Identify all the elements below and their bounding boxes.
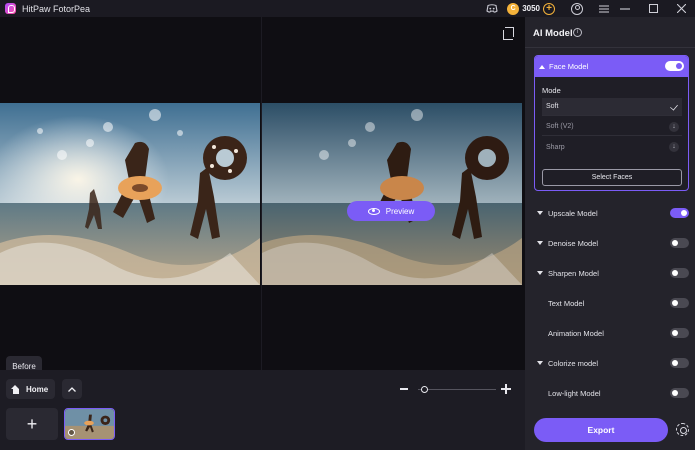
add-image-button[interactable]: + [6, 408, 58, 440]
animation-model-row[interactable]: Animation Model [534, 326, 689, 340]
model-label: Upscale Model [548, 208, 598, 218]
sharpen-model-toggle[interactable] [670, 268, 689, 278]
enhanced-image [262, 103, 522, 285]
title-bar: HitPaw FotorPea C 3050 + [0, 0, 695, 17]
thumbnail-status-icon [68, 429, 75, 436]
zoom-slider[interactable] [418, 388, 496, 390]
preview-button[interactable]: Preview [347, 201, 435, 221]
caret-down-icon [537, 211, 543, 215]
face-model-header[interactable]: Face Model [535, 56, 688, 77]
select-faces-button[interactable]: Select Faces [542, 169, 682, 186]
image-thumbnail[interactable] [64, 408, 115, 440]
colorize-model-toggle[interactable] [670, 358, 689, 368]
sharpen-model-row[interactable]: Sharpen Model [534, 266, 689, 280]
mode-option-label: Soft [546, 103, 559, 110]
minimize-button[interactable] [611, 0, 639, 17]
app-window: HitPaw FotorPea C 3050 + Preview Before … [0, 0, 695, 450]
info-icon[interactable]: i [573, 28, 582, 37]
zoom-control [400, 383, 512, 395]
home-label: Home [26, 384, 49, 394]
zoom-slider-thumb[interactable] [420, 385, 428, 393]
text-model-row[interactable]: Text Model [534, 296, 689, 310]
upscale-model-toggle[interactable] [670, 208, 689, 218]
crop-icon[interactable] [503, 27, 514, 40]
model-label: Colorize model [548, 358, 599, 368]
home-icon [11, 384, 20, 394]
eye-icon [367, 207, 380, 215]
original-image [0, 103, 260, 285]
ai-model-panel: AI Model i Face Model Mode Soft Soft (V2… [525, 17, 695, 450]
coin-icon: C [507, 2, 520, 15]
model-label: Text Model [548, 298, 585, 308]
text-model-toggle[interactable] [670, 298, 689, 308]
zoom-in-button[interactable] [501, 384, 511, 394]
mode-option-label: Soft (V2) [546, 123, 574, 130]
caret-down-icon [537, 271, 543, 275]
maximize-button[interactable] [639, 0, 667, 17]
low-light-model-toggle[interactable] [670, 388, 689, 398]
mode-option-label: Sharp [546, 143, 565, 151]
check-icon [670, 102, 678, 111]
collapse-button[interactable] [62, 379, 82, 399]
app-logo-icon [5, 3, 16, 14]
discord-icon[interactable] [485, 2, 499, 16]
bottom-bar: Home + [0, 370, 525, 450]
close-button[interactable] [667, 0, 695, 17]
model-label: Sharpen Model [548, 268, 599, 278]
mode-option-soft-v2[interactable]: Soft (V2) ↓ [542, 118, 682, 136]
home-button[interactable]: Home [6, 379, 55, 399]
caret-down-icon [537, 241, 543, 245]
coin-balance[interactable]: C 3050 + [507, 2, 557, 15]
panel-divider [525, 47, 695, 48]
caret-down-icon [537, 361, 543, 365]
download-icon[interactable]: ↓ [669, 122, 679, 132]
add-coins-icon[interactable]: + [543, 2, 555, 15]
model-label: Low-light Model [548, 388, 601, 398]
preview-label: Preview [385, 206, 415, 216]
download-icon[interactable]: ↓ [669, 142, 679, 152]
app-title: HitPaw FotorPea [22, 3, 91, 14]
mode-option-sharp[interactable]: Sharp ↓ [542, 138, 682, 156]
model-label: Animation Model [548, 328, 604, 338]
upscale-model-row[interactable]: Upscale Model [534, 206, 689, 220]
animation-model-toggle[interactable] [670, 328, 689, 338]
user-account-icon[interactable] [571, 2, 583, 15]
canvas-area: Preview Before [0, 17, 525, 376]
low-light-model-row[interactable]: Low-light Model [534, 386, 689, 400]
denoise-model-toggle[interactable] [670, 238, 689, 248]
caret-up-icon [539, 64, 545, 69]
title-bar-actions: C 3050 + [485, 0, 695, 17]
mode-label: Mode [542, 86, 561, 95]
panel-title: AI Model [533, 28, 573, 39]
chevron-up-icon [68, 386, 76, 392]
zoom-out-button[interactable] [400, 388, 408, 390]
face-model-label: Face Model [549, 62, 589, 71]
mode-option-soft[interactable]: Soft [542, 98, 682, 116]
gear-icon[interactable] [676, 423, 689, 436]
menu-icon[interactable] [597, 2, 611, 16]
face-model-toggle[interactable] [665, 61, 684, 71]
denoise-model-row[interactable]: Denoise Model [534, 236, 689, 250]
colorize-model-row[interactable]: Colorize model [534, 356, 689, 370]
model-label: Denoise Model [548, 238, 599, 248]
coin-count: 3050 [522, 4, 540, 13]
export-button[interactable]: Export [534, 418, 668, 442]
face-model-card: Face Model Mode Soft Soft (V2) ↓ Sharp ↓… [534, 55, 689, 191]
